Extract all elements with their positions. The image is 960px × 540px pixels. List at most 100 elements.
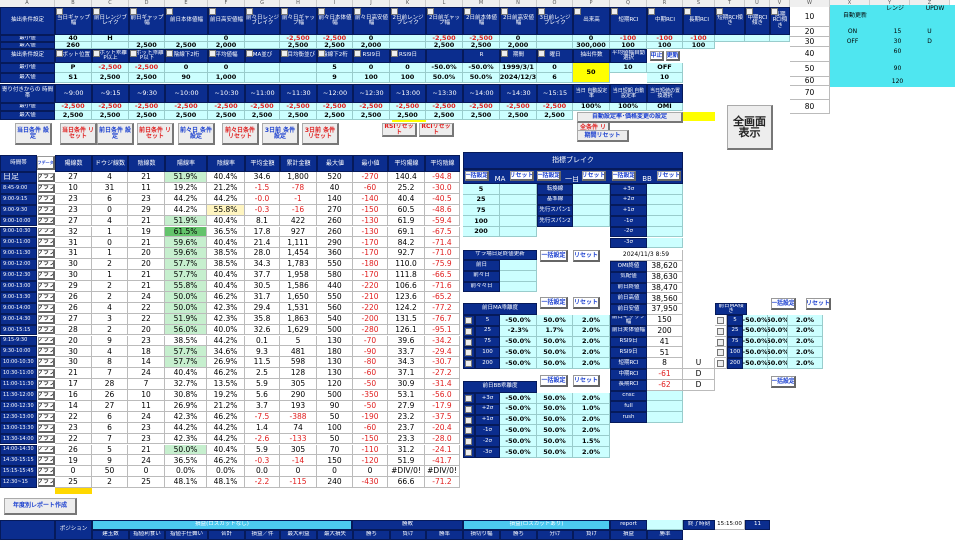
column-header[interactable]: O — [537, 0, 573, 7]
min-value[interactable]: 0 — [537, 63, 573, 73]
set-prev2-button[interactable]: 前々日 条件設定 — [178, 123, 215, 145]
zaraba-value[interactable] — [500, 281, 537, 293]
reset-button[interactable]: リセット — [510, 171, 534, 181]
graph-button[interactable]: グラフ — [38, 391, 55, 400]
min-value[interactable]: 1999/3/1 — [500, 63, 537, 73]
max-value[interactable]: 100 — [647, 42, 683, 49]
column-header[interactable]: D — [129, 0, 165, 7]
filter-checkbox[interactable] — [281, 8, 288, 15]
graph-button[interactable]: グラフ — [38, 260, 55, 270]
max-value[interactable]: 2,500 — [463, 111, 500, 120]
min-value[interactable]: -2,500 — [92, 63, 129, 73]
dev-value[interactable]: -2.3% — [500, 325, 537, 337]
min-value[interactable] — [715, 35, 745, 42]
graph-button[interactable]: グラフ — [38, 467, 55, 477]
column-header[interactable]: A — [0, 0, 55, 7]
dev-value[interactable]: 2.0% — [573, 315, 610, 326]
min-value[interactable]: -2,500 — [92, 103, 129, 111]
max-value[interactable]: 300,000 — [573, 42, 610, 49]
filter-checkbox[interactable] — [318, 50, 325, 57]
checkbox[interactable] — [465, 327, 472, 335]
filter-checkbox[interactable] — [648, 8, 655, 15]
filter-checkbox[interactable] — [464, 8, 471, 15]
max-value[interactable]: 100 — [683, 42, 715, 49]
max-value[interactable]: S1 — [55, 73, 92, 83]
min-value[interactable]: 50 — [573, 63, 610, 83]
max-value[interactable]: 2,500 — [426, 42, 463, 49]
graph-button[interactable]: グラフ — [38, 238, 55, 248]
max-value[interactable]: 2,500 — [245, 111, 280, 120]
slope-value[interactable]: 50.0% — [768, 325, 788, 337]
min-value[interactable]: -2,500 — [129, 103, 165, 111]
max-value[interactable]: 2,500 — [129, 42, 165, 49]
min-value[interactable]: -2,500 — [165, 103, 208, 111]
max-value[interactable]: 2,500 — [129, 73, 165, 83]
graph-button[interactable]: グラフ — [38, 194, 55, 204]
min-value[interactable] — [129, 35, 165, 42]
range-option[interactable]: 30 — [885, 38, 910, 46]
dev-value[interactable]: -50.0% — [500, 436, 537, 447]
graph-button[interactable]: グラフ — [38, 282, 55, 291]
max-value[interactable] — [245, 42, 280, 49]
reset-button[interactable]: リセット — [573, 297, 600, 309]
set-today-button[interactable]: 当日条件 設定 — [15, 123, 52, 145]
column-header[interactable]: H — [280, 0, 317, 7]
filter-checkbox[interactable] — [501, 50, 508, 57]
min-value[interactable]: -2,500 — [317, 103, 353, 111]
bb-value[interactable] — [647, 216, 683, 227]
filter-checkbox[interactable] — [427, 8, 434, 15]
get-graph-data-button[interactable]: グラフデータ取得 — [37, 156, 55, 170]
max-value[interactable]: 2,500 — [353, 111, 390, 120]
filter-checkbox[interactable] — [391, 50, 398, 57]
range-option[interactable]: 120 — [885, 78, 910, 86]
max-value[interactable]: 100 — [610, 42, 647, 49]
min-value[interactable]: 5 — [317, 63, 353, 73]
graph-button[interactable]: グラフ — [38, 336, 55, 346]
reset-3d-button[interactable]: 3日前 条件リセット — [302, 123, 339, 145]
dev-value[interactable]: -50.0% — [500, 393, 537, 404]
min-value[interactable] — [390, 35, 426, 42]
reset-button[interactable]: リセット — [657, 171, 681, 181]
filter-checkbox[interactable] — [354, 8, 361, 15]
dev-value[interactable]: 50.0% — [537, 347, 573, 359]
column-header[interactable]: J — [353, 0, 390, 7]
max-value[interactable] — [245, 73, 280, 83]
min-value[interactable]: 40 — [55, 35, 92, 42]
reset-button[interactable]: リセット — [573, 250, 600, 262]
max-value[interactable]: 100 — [353, 73, 390, 83]
max-value[interactable]: 2,500 — [317, 111, 353, 120]
on-option[interactable]: ON — [840, 28, 865, 36]
min-value[interactable]: -2,500 — [280, 103, 317, 111]
max-value[interactable]: 2,500 — [129, 111, 165, 120]
set-3d-button[interactable]: 3日前 条件設定 — [262, 123, 299, 145]
dev-value[interactable]: -50.0% — [500, 447, 537, 458]
max-value[interactable]: 2,500 — [537, 111, 573, 120]
range-option[interactable]: 90 — [885, 65, 910, 73]
filter-checkbox[interactable] — [246, 8, 253, 15]
auto-rate-settings-button[interactable]: 自動設定率･価格変更の設定 — [577, 112, 683, 123]
bb-value[interactable] — [647, 237, 683, 249]
filter-checkbox[interactable] — [246, 50, 253, 57]
filter-checkbox[interactable] — [611, 8, 618, 15]
min-value[interactable]: -2,500 — [500, 103, 537, 111]
graph-button[interactable]: グラフ — [38, 434, 55, 444]
min-value[interactable]: P — [55, 63, 92, 73]
reset-prev-button[interactable]: 前日条件 リセット — [137, 123, 174, 145]
min-value[interactable]: -2,500 — [55, 103, 92, 111]
min-value[interactable]: -2,500 — [463, 103, 500, 111]
max-value[interactable]: 260 — [55, 42, 92, 49]
min-value[interactable]: -2,500 — [353, 103, 390, 111]
graph-button[interactable]: グラフ — [38, 412, 55, 422]
column-header[interactable]: T — [715, 0, 745, 7]
graph-button[interactable]: グラフ — [38, 314, 55, 324]
graph-button[interactable]: グラフ — [38, 325, 55, 335]
dev-value[interactable]: 50.0% — [537, 393, 573, 404]
filter-checkbox[interactable] — [574, 8, 581, 15]
min-value[interactable]: 0 — [165, 63, 208, 73]
column-header[interactable]: W — [790, 0, 830, 7]
min-value[interactable] — [537, 35, 573, 42]
period-reset-button[interactable]: 期間リセット — [577, 130, 629, 142]
min-value[interactable]: H — [92, 35, 129, 42]
column-header[interactable]: U — [745, 0, 770, 7]
min-value[interactable] — [770, 35, 790, 42]
